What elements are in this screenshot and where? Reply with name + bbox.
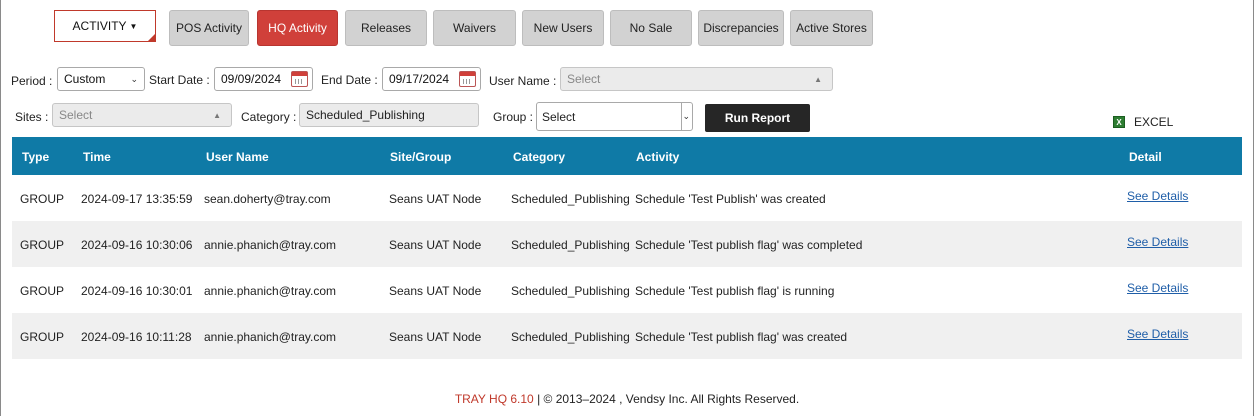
cell-time: 2024-09-16 10:30:01 — [81, 284, 193, 298]
see-details-link[interactable]: See Details — [1127, 281, 1188, 295]
sites-placeholder: Select — [59, 108, 93, 122]
cell-activity: Schedule 'Test publish flag' is running — [635, 284, 835, 298]
category-label: Category : — [241, 110, 297, 124]
header-type: Type — [22, 150, 50, 164]
header-site-group: Site/Group — [390, 150, 452, 164]
cell-type: GROUP — [20, 330, 65, 344]
see-details-link[interactable]: See Details — [1127, 189, 1188, 203]
end-date-label: End Date : — [321, 73, 378, 87]
group-placeholder: Select — [542, 109, 576, 124]
table-row: GROUP 2024-09-16 10:11:28 annie.phanich@… — [12, 313, 1242, 359]
user-name-label: User Name : — [489, 74, 557, 88]
cell-site: Seans UAT Node — [389, 192, 482, 206]
cell-type: GROUP — [20, 192, 65, 206]
see-details-link[interactable]: See Details — [1127, 327, 1188, 341]
start-date-value: 09/09/2024 — [221, 72, 282, 86]
cell-category: Scheduled_Publishing — [511, 330, 630, 344]
activity-dropdown[interactable]: ACTIVITY ▼ — [54, 10, 156, 42]
cell-category: Scheduled_Publishing — [511, 192, 630, 206]
tab-pos-activity[interactable]: POS Activity — [169, 10, 249, 46]
footer-copyright: | © 2013–2024 , Vendsy Inc. All Rights R… — [533, 392, 800, 406]
tab-no-sale[interactable]: No Sale — [610, 10, 692, 46]
tab-label: Waivers — [453, 21, 496, 35]
footer: TRAY HQ 6.10 | © 2013–2024 , Vendsy Inc.… — [1, 392, 1253, 406]
cell-user: annie.phanich@tray.com — [204, 284, 337, 298]
header-detail: Detail — [1129, 150, 1162, 164]
cell-time: 2024-09-17 13:35:59 — [81, 192, 193, 206]
chevron-down-icon: ⌄ — [130, 73, 138, 84]
table-row: GROUP 2024-09-16 10:30:01 annie.phanich@… — [12, 267, 1242, 313]
tab-releases[interactable]: Releases — [345, 10, 427, 46]
header-activity: Activity — [636, 150, 680, 164]
cell-site: Seans UAT Node — [389, 330, 482, 344]
sites-label: Sites : — [15, 110, 49, 124]
user-name-select[interactable]: Select ▲ — [560, 67, 833, 91]
tab-waivers[interactable]: Waivers — [433, 10, 516, 46]
run-report-button[interactable]: Run Report — [705, 104, 810, 132]
cell-activity: Schedule 'Test Publish' was created — [635, 192, 826, 206]
corner-decoration — [147, 33, 156, 42]
cell-time: 2024-09-16 10:11:28 — [81, 330, 192, 344]
tab-hq-activity[interactable]: HQ Activity — [257, 10, 338, 46]
tab-label: Discrepancies — [703, 21, 779, 35]
group-select[interactable]: Select ⌄ — [536, 102, 693, 131]
calendar-icon[interactable] — [291, 71, 308, 87]
period-value: Custom — [64, 72, 106, 86]
table-header: Type Time User Name Site/Group Category … — [12, 137, 1242, 175]
category-field[interactable]: Scheduled_Publishing — [299, 103, 479, 127]
triangle-up-icon: ▲ — [814, 74, 822, 84]
header-time: Time — [83, 150, 111, 164]
header-user-name: User Name — [206, 150, 269, 164]
tab-discrepancies[interactable]: Discrepancies — [698, 10, 784, 46]
footer-brand: TRAY HQ 6.10 — [454, 392, 534, 406]
cell-site: Seans UAT Node — [389, 238, 482, 252]
end-date-value: 09/17/2024 — [389, 72, 450, 86]
start-date-label: Start Date : — [149, 73, 210, 87]
group-label: Group : — [493, 110, 534, 124]
start-date-input[interactable]: 09/09/2024 — [214, 67, 313, 91]
cell-category: Scheduled_Publishing — [511, 284, 630, 298]
header-category: Category — [513, 150, 566, 164]
period-select[interactable]: Custom ⌄ — [57, 67, 145, 91]
cell-category: Scheduled_Publishing — [511, 238, 630, 252]
cell-user: annie.phanich@tray.com — [204, 238, 337, 252]
cell-user: sean.doherty@tray.com — [204, 192, 331, 206]
tab-active-stores[interactable]: Active Stores — [790, 10, 873, 46]
excel-icon: X — [1113, 116, 1125, 128]
sites-select[interactable]: Select ▲ — [52, 103, 232, 127]
triangle-up-icon: ▲ — [213, 110, 221, 120]
tab-label: POS Activity — [175, 21, 243, 35]
table-row: GROUP 2024-09-17 13:35:59 sean.doherty@t… — [12, 175, 1242, 221]
tab-label: New Users — [533, 21, 593, 35]
table-row: GROUP 2024-09-16 10:30:06 annie.phanich@… — [12, 221, 1242, 267]
category-value: Scheduled_Publishing — [306, 108, 425, 122]
cell-type: GROUP — [20, 238, 65, 252]
tab-label: Releases — [360, 21, 412, 35]
caret-down-icon: ▼ — [129, 21, 138, 31]
see-details-link[interactable]: See Details — [1127, 235, 1188, 249]
cell-user: annie.phanich@tray.com — [204, 330, 337, 344]
cell-activity: Schedule 'Test publish flag' was created — [635, 330, 848, 344]
user-name-placeholder: Select — [567, 72, 601, 86]
cell-type: GROUP — [20, 284, 65, 298]
cell-activity: Schedule 'Test publish flag' was complet… — [635, 238, 863, 252]
cell-site: Seans UAT Node — [389, 284, 482, 298]
tab-label: No Sale — [629, 21, 673, 35]
excel-export-link[interactable]: X EXCEL — [1113, 115, 1173, 129]
cell-time: 2024-09-16 10:30:06 — [81, 238, 193, 252]
activity-dropdown-label: ACTIVITY — [72, 19, 127, 33]
tab-new-users[interactable]: New Users — [522, 10, 604, 46]
tab-label: HQ Activity — [268, 21, 327, 35]
end-date-input[interactable]: 09/17/2024 — [382, 67, 481, 91]
chevron-down-icon: ⌄ — [682, 111, 690, 121]
period-label: Period : — [11, 74, 53, 88]
excel-label: EXCEL — [1134, 115, 1174, 129]
calendar-icon[interactable] — [459, 71, 476, 87]
tab-label: Active Stores — [796, 21, 867, 35]
activity-table: Type Time User Name Site/Group Category … — [12, 137, 1242, 359]
